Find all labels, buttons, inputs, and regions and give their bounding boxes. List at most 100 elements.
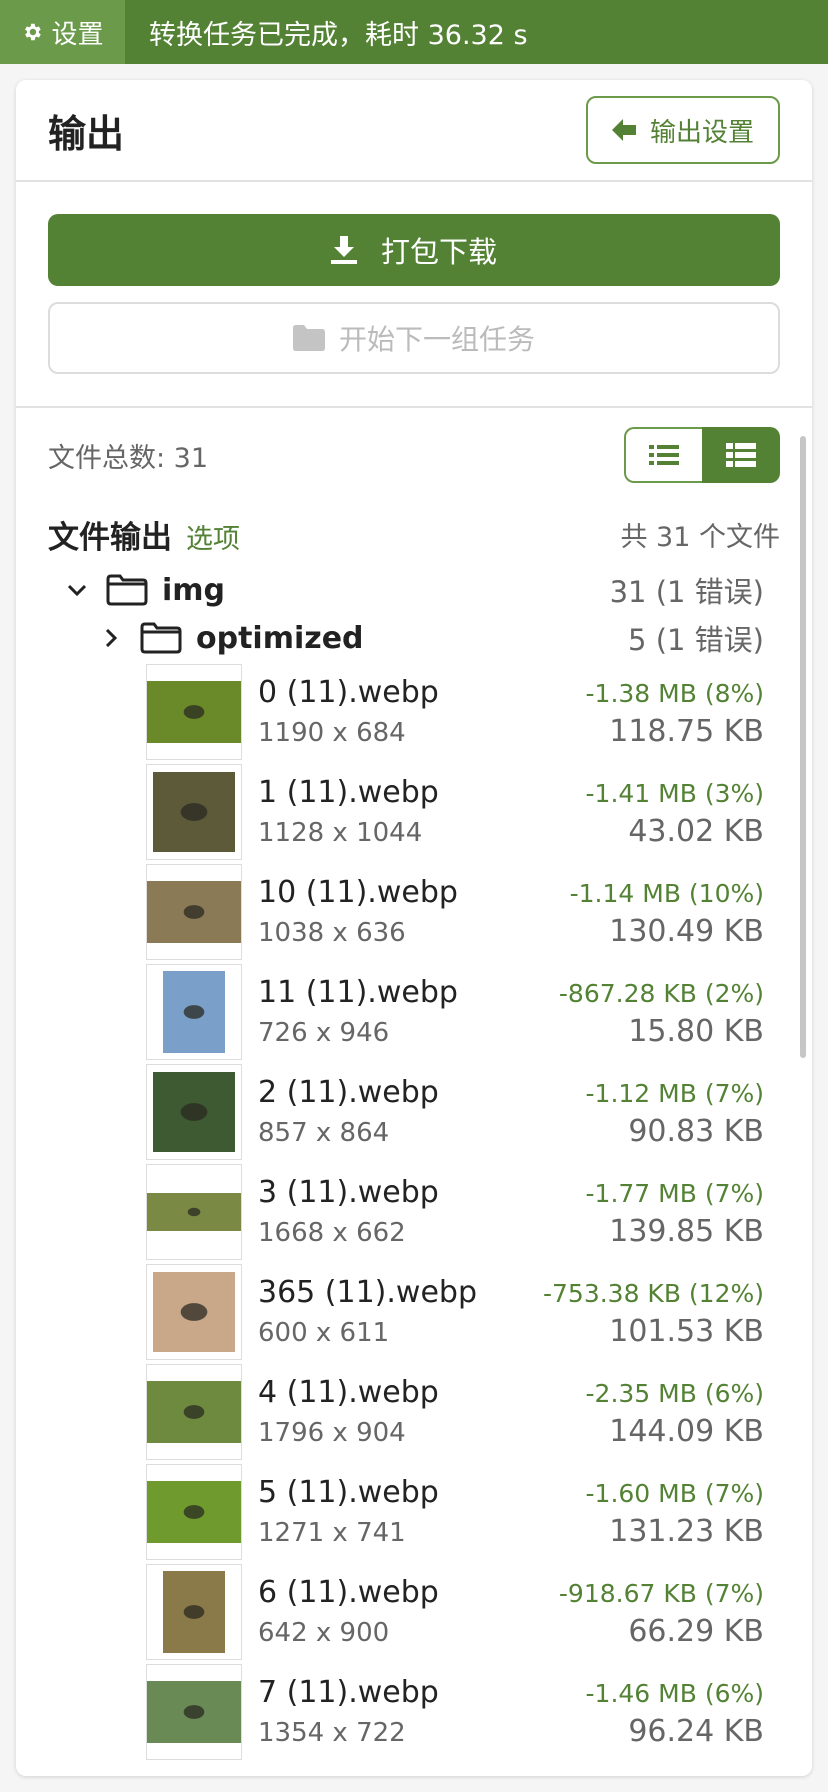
file-list-item[interactable]: 365 (11).webp -753.38 KB (12%) 600 x 611…: [48, 1262, 780, 1362]
file-size: 144.09 KB: [609, 1414, 764, 1449]
file-name: 11 (11).webp: [258, 975, 458, 1010]
file-list-item[interactable]: 3 (11).webp -1.77 MB (7%) 1668 x 662 139…: [48, 1162, 780, 1262]
file-size: 118.75 KB: [609, 714, 764, 749]
folder-count: 31 (1 错误): [609, 575, 764, 609]
arrow-left-icon: [611, 119, 636, 141]
file-name: 0 (11).webp: [258, 675, 439, 710]
scrollbar[interactable]: [800, 436, 806, 1058]
download-label: 打包下载: [380, 235, 497, 269]
size-saved: -1.46 MB (6%): [585, 1679, 764, 1708]
card-header: 输出 输出设置: [16, 80, 812, 182]
image-dimensions: 726 x 946: [258, 1018, 390, 1048]
image-thumbnail[interactable]: [146, 964, 242, 1060]
tree-folder-optimized[interactable]: optimized 5 (1 错误): [48, 614, 780, 662]
tree-folder-img[interactable]: img 31 (1 错误): [48, 566, 780, 614]
folder-outline-icon: [106, 574, 148, 606]
image-thumbnail[interactable]: [146, 1164, 242, 1260]
folder-icon: [292, 325, 325, 351]
image-dimensions: 1190 x 684: [258, 718, 406, 748]
file-name: 1 (11).webp: [258, 775, 439, 810]
file-size: 66.29 KB: [628, 1614, 764, 1649]
detail-view-button[interactable]: [702, 427, 780, 483]
image-thumbnail[interactable]: [146, 664, 242, 760]
file-info: 6 (11).webp -918.67 KB (7%) 642 x 900 66…: [242, 1562, 764, 1662]
next-task-label: 开始下一组任务: [338, 323, 535, 356]
chevron-down-icon[interactable]: [62, 575, 92, 605]
file-size: 15.80 KB: [628, 1014, 764, 1049]
image-thumbnail[interactable]: [146, 1364, 242, 1460]
file-list-item[interactable]: 11 (11).webp -867.28 KB (2%) 726 x 946 1…: [48, 962, 780, 1062]
file-size: 139.85 KB: [609, 1214, 764, 1249]
file-size: 130.49 KB: [609, 914, 764, 949]
file-list-item[interactable]: 2 (11).webp -1.12 MB (7%) 857 x 864 90.8…: [48, 1062, 780, 1162]
image-dimensions: 1354 x 722: [258, 1718, 406, 1748]
image-dimensions: 857 x 864: [258, 1118, 390, 1148]
file-size: 96.24 KB: [628, 1714, 764, 1749]
files-section-title: 文件输出: [48, 519, 172, 556]
file-size: 131.23 KB: [609, 1514, 764, 1549]
folder-name: img: [162, 572, 226, 608]
file-name: 365 (11).webp: [258, 1275, 477, 1310]
view-toggle: [624, 427, 780, 483]
image-dimensions: 1796 x 904: [258, 1418, 406, 1448]
size-saved: -867.28 KB (2%): [558, 979, 764, 1008]
folder-name: optimized: [196, 620, 364, 656]
image-thumbnail[interactable]: [146, 1064, 242, 1160]
file-info: 4 (11).webp -2.35 MB (6%) 1796 x 904 144…: [242, 1362, 764, 1462]
file-list-item[interactable]: 5 (11).webp -1.60 MB (7%) 1271 x 741 131…: [48, 1462, 780, 1562]
image-dimensions: 600 x 611: [258, 1318, 390, 1348]
file-name: 2 (11).webp: [258, 1075, 439, 1110]
image-dimensions: 1271 x 741: [258, 1518, 406, 1548]
output-card: 输出 输出设置 打包下载 开始下一组任务 文件总数: 31 文件输出 选项 共 …: [16, 80, 812, 1776]
file-list-section: 文件总数: 31 文件输出 选项 共 31 个文件 img 31 (1 错误) …: [16, 408, 812, 1762]
count-row: 文件总数: 31: [48, 408, 780, 502]
image-dimensions: 1128 x 1044: [258, 818, 423, 848]
image-dimensions: 1038 x 636: [258, 918, 406, 948]
size-saved: -1.60 MB (7%): [585, 1479, 764, 1508]
files-total: 共 31 个文件: [620, 521, 780, 553]
size-saved: -918.67 KB (7%): [558, 1579, 764, 1608]
next-task-button[interactable]: 开始下一组任务: [48, 302, 780, 374]
size-saved: -1.77 MB (7%): [585, 1179, 764, 1208]
file-size: 43.02 KB: [628, 814, 764, 849]
list-icon: [649, 445, 679, 465]
file-list-item[interactable]: 4 (11).webp -2.35 MB (6%) 1796 x 904 144…: [48, 1362, 780, 1462]
file-info: 7 (11).webp -1.46 MB (6%) 1354 x 722 96.…: [242, 1662, 764, 1762]
size-saved: -1.12 MB (7%): [585, 1079, 764, 1108]
image-thumbnail[interactable]: [146, 1564, 242, 1660]
file-list-item[interactable]: 10 (11).webp -1.14 MB (10%) 1038 x 636 1…: [48, 862, 780, 962]
file-list-item[interactable]: 7 (11).webp -1.46 MB (6%) 1354 x 722 96.…: [48, 1662, 780, 1762]
file-name: 3 (11).webp: [258, 1175, 439, 1210]
file-name: 10 (11).webp: [258, 875, 458, 910]
file-list: 0 (11).webp -1.38 MB (8%) 1190 x 684 118…: [48, 662, 780, 1762]
files-header: 文件输出 选项 共 31 个文件: [48, 502, 780, 566]
options-link[interactable]: 选项: [186, 517, 240, 556]
image-thumbnail[interactable]: [146, 864, 242, 960]
file-list-item[interactable]: 6 (11).webp -918.67 KB (7%) 642 x 900 66…: [48, 1562, 780, 1662]
file-info: 3 (11).webp -1.77 MB (7%) 1668 x 662 139…: [242, 1162, 764, 1262]
file-info: 1 (11).webp -1.41 MB (3%) 1128 x 1044 43…: [242, 762, 764, 862]
download-all-button[interactable]: 打包下载: [48, 214, 780, 286]
image-thumbnail[interactable]: [146, 1464, 242, 1560]
image-thumbnail[interactable]: [146, 1664, 242, 1760]
file-list-item[interactable]: 1 (11).webp -1.41 MB (3%) 1128 x 1044 43…: [48, 762, 780, 862]
file-info: 365 (11).webp -753.38 KB (12%) 600 x 611…: [242, 1262, 764, 1362]
chevron-right-icon[interactable]: [96, 623, 126, 653]
size-saved: -753.38 KB (12%): [542, 1279, 764, 1308]
settings-button[interactable]: 设置: [0, 0, 125, 64]
image-thumbnail[interactable]: [146, 764, 242, 860]
image-thumbnail[interactable]: [146, 1264, 242, 1360]
size-saved: -2.35 MB (6%): [585, 1379, 764, 1408]
top-status-bar: 设置 转换任务已完成，耗时 36.32 s: [0, 0, 828, 64]
folder-outline-icon: [140, 622, 182, 654]
file-list-item[interactable]: 0 (11).webp -1.38 MB (8%) 1190 x 684 118…: [48, 662, 780, 762]
image-dimensions: 642 x 900: [258, 1618, 390, 1648]
file-size: 90.83 KB: [628, 1114, 764, 1149]
file-name: 6 (11).webp: [258, 1575, 439, 1610]
file-info: 5 (11).webp -1.60 MB (7%) 1271 x 741 131…: [242, 1462, 764, 1562]
image-dimensions: 1668 x 662: [258, 1218, 406, 1248]
output-settings-button[interactable]: 输出设置: [586, 96, 780, 164]
actions-section: 打包下载 开始下一组任务: [16, 182, 812, 408]
list-view-button[interactable]: [624, 427, 702, 483]
settings-label: 设置: [51, 19, 104, 50]
